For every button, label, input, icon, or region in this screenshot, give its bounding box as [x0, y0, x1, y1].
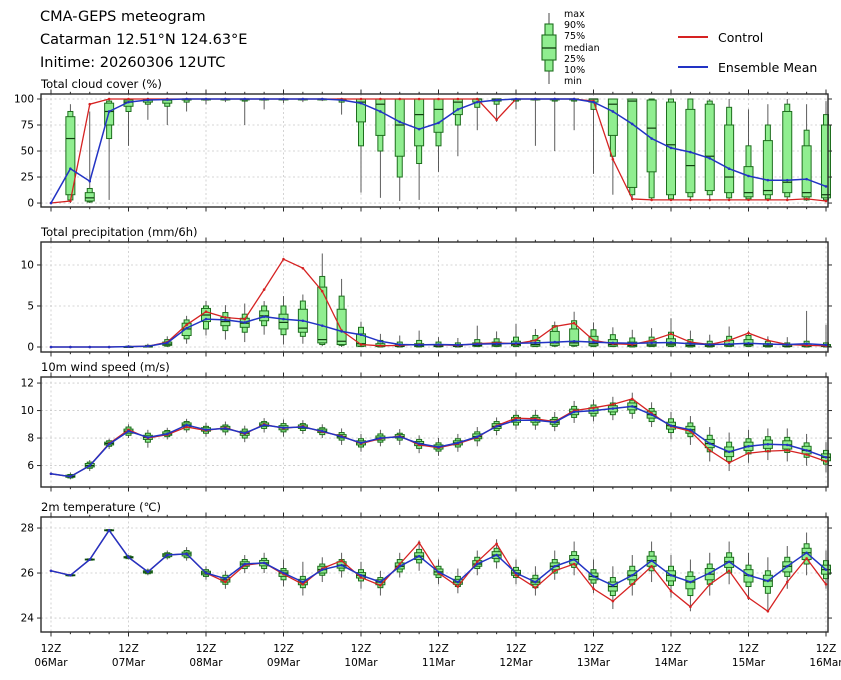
- svg-text:12Z: 12Z: [738, 643, 759, 655]
- svg-text:75: 75: [21, 120, 34, 132]
- svg-text:12: 12: [21, 378, 34, 390]
- svg-text:10: 10: [21, 405, 34, 417]
- svg-text:12Z: 12Z: [351, 643, 372, 655]
- svg-text:11Mar: 11Mar: [422, 657, 456, 669]
- svg-text:10: 10: [21, 259, 34, 271]
- svg-text:16Mar: 16Mar: [809, 657, 841, 669]
- svg-text:28: 28: [21, 523, 34, 535]
- svg-text:0: 0: [27, 198, 34, 210]
- svg-text:06Mar: 06Mar: [34, 657, 68, 669]
- svg-text:12Z: 12Z: [273, 643, 294, 655]
- svg-text:12Z: 12Z: [661, 643, 682, 655]
- svg-text:08Mar: 08Mar: [189, 657, 223, 669]
- svg-text:12Z: 12Z: [41, 643, 62, 655]
- svg-text:24: 24: [21, 613, 35, 625]
- svg-text:13Mar: 13Mar: [577, 657, 611, 669]
- meteogram-panels-canvas: 0 25 50 75 100 0 5 10 6 8 10 12 24 26 28 12Z 06Mar 12Z 07M…: [0, 0, 841, 680]
- svg-text:12Z: 12Z: [816, 643, 837, 655]
- svg-text:25: 25: [21, 172, 34, 184]
- svg-text:26: 26: [21, 568, 35, 580]
- svg-text:8: 8: [27, 433, 34, 445]
- svg-text:0: 0: [27, 341, 34, 353]
- svg-text:5: 5: [27, 300, 34, 312]
- svg-text:14Mar: 14Mar: [654, 657, 688, 669]
- svg-text:12Z: 12Z: [428, 643, 449, 655]
- svg-text:50: 50: [21, 146, 34, 158]
- svg-text:12Z: 12Z: [118, 643, 139, 655]
- svg-text:6: 6: [27, 460, 34, 472]
- svg-text:07Mar: 07Mar: [112, 657, 146, 669]
- meteogram-figure: CMA-GEPS meteogram Catarman 12.51°N 124.…: [0, 0, 841, 680]
- svg-text:10Mar: 10Mar: [344, 657, 378, 669]
- svg-text:09Mar: 09Mar: [267, 657, 301, 669]
- svg-text:12Z: 12Z: [506, 643, 527, 655]
- svg-text:12Z: 12Z: [196, 643, 217, 655]
- svg-text:12Z: 12Z: [583, 643, 604, 655]
- svg-text:100: 100: [14, 93, 34, 105]
- svg-text:12Mar: 12Mar: [499, 657, 533, 669]
- svg-text:15Mar: 15Mar: [732, 657, 766, 669]
